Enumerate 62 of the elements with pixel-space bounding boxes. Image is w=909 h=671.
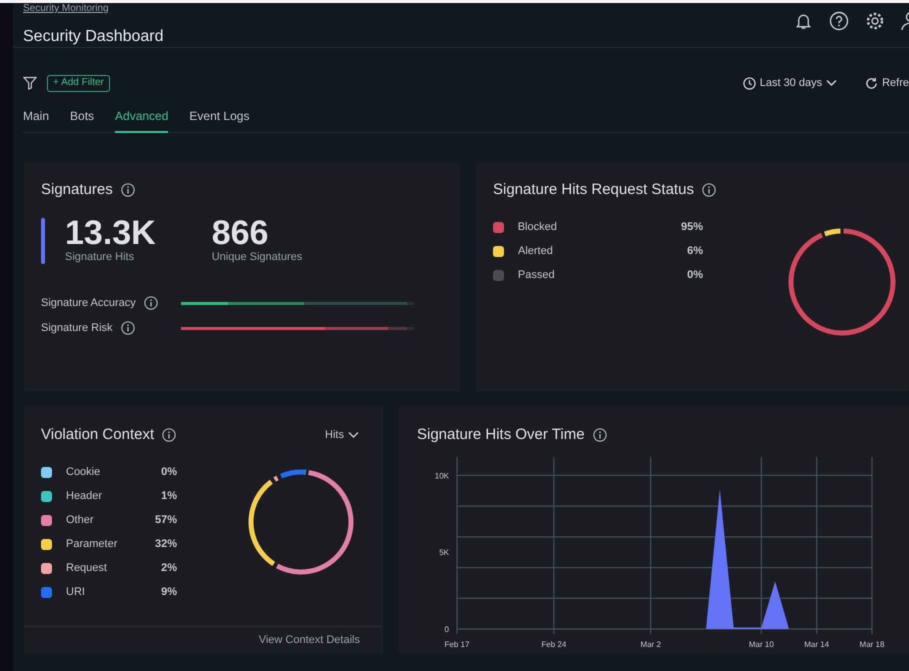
legend-label: Alerted xyxy=(518,244,553,259)
card-title: Violation Context xyxy=(41,425,154,445)
filter-icon[interactable] xyxy=(23,76,37,90)
legend-label: Header xyxy=(66,488,102,504)
legend-value: 6% xyxy=(686,244,703,259)
info-icon xyxy=(120,321,135,335)
legend-value: 9% xyxy=(160,584,177,600)
card-title: Signatures xyxy=(41,180,113,200)
card-title: Signature Hits Request Status xyxy=(493,180,694,200)
accent-bar xyxy=(41,218,45,264)
page-title: Security Dashboard xyxy=(23,27,164,47)
metric-label: Signature Accuracy xyxy=(41,296,136,311)
chevron-down-icon xyxy=(826,79,838,87)
time-range-dropdown[interactable]: Last 30 days xyxy=(742,74,838,92)
legend-label: Passed xyxy=(518,268,555,283)
x-tick-label: Mar 10 xyxy=(748,640,774,648)
info-icon xyxy=(162,428,176,442)
info-icon xyxy=(144,296,158,310)
stat-value: 866 xyxy=(212,216,270,250)
info-icon xyxy=(120,183,135,198)
clock-icon xyxy=(742,76,756,90)
x-tick-label: Mar 14 xyxy=(804,640,830,648)
settings-icon[interactable] xyxy=(865,11,885,31)
tab[interactable]: Bots xyxy=(70,107,94,133)
info-icon xyxy=(592,428,607,442)
tab[interactable]: Advanced xyxy=(115,107,168,133)
legend-label: URI xyxy=(66,584,85,600)
legend-value: 32% xyxy=(154,536,177,552)
info-icon xyxy=(702,183,716,198)
legend-value: 2% xyxy=(160,560,177,576)
chevron-down-icon xyxy=(348,431,359,440)
x-tick-label: Mar 2 xyxy=(640,640,661,648)
metric-dropdown[interactable]: Hits xyxy=(325,427,359,444)
y-tick-label: 10K xyxy=(434,470,449,480)
legend-value: 95% xyxy=(680,220,703,235)
view-details-link[interactable]: View Context Details xyxy=(258,632,360,649)
breadcrumb-link[interactable]: Security Monitoring xyxy=(23,3,164,15)
metric-label: Signature Risk xyxy=(41,320,113,336)
stat-label: Unique Signatures xyxy=(212,250,302,264)
x-tick-label: Feb 17 xyxy=(444,640,470,648)
x-tick-label: Feb 24 xyxy=(541,640,566,648)
legend-value: 57% xyxy=(154,512,177,528)
tab[interactable]: Main xyxy=(23,107,50,133)
legend-value: 0% xyxy=(160,464,177,480)
y-tick-label: 0 xyxy=(444,624,449,634)
legend-label: Blocked xyxy=(518,220,557,235)
x-tick-label: Mar 18 xyxy=(860,640,884,648)
legend-value: 1% xyxy=(160,488,177,504)
legend-label: Cookie xyxy=(66,464,100,480)
legend-label: Parameter xyxy=(66,536,118,552)
card-title: Signature Hits Over Time xyxy=(417,425,585,445)
legend-label: Other xyxy=(66,512,94,528)
y-tick-label: 5K xyxy=(439,548,449,557)
legend-value: 0% xyxy=(686,268,703,283)
refresh-button[interactable]: Refre xyxy=(865,74,909,92)
stat-label: Signature Hits xyxy=(65,250,136,264)
refresh-icon xyxy=(865,76,878,90)
legend-label: Request xyxy=(66,560,107,576)
stat-value: 13.3K xyxy=(65,216,156,250)
tab[interactable]: Event Logs xyxy=(189,107,250,133)
add-filter-button[interactable]: + Add Filter xyxy=(47,74,110,92)
help-icon[interactable] xyxy=(829,11,849,31)
